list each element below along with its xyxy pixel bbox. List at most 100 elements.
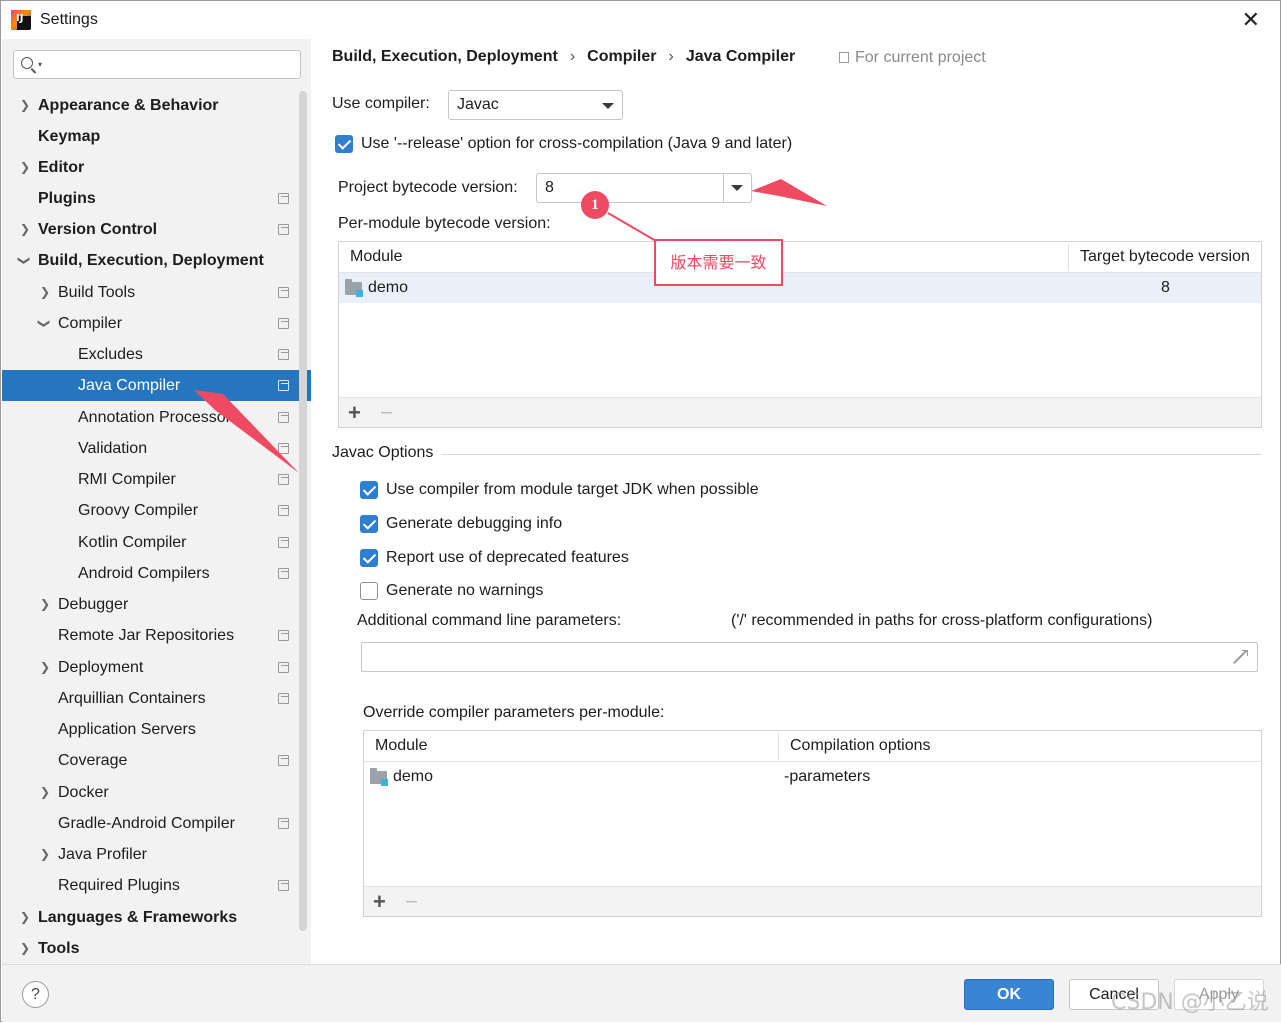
ok-button[interactable]: OK (964, 979, 1054, 1010)
project-scope-icon (278, 443, 289, 454)
chevron-down-icon[interactable]: ❯ (29, 318, 60, 328)
breadcrumb-item[interactable]: Compiler (587, 48, 656, 65)
chevron-right-icon[interactable]: ❯ (40, 839, 50, 870)
project-scope-icon (278, 755, 289, 766)
tree-item-build-execution-deployment[interactable]: ❯ Build, Execution, Deployment (2, 245, 311, 276)
column-header-module[interactable]: Module (350, 248, 402, 266)
tree-item-remote-jar-repositories[interactable]: Remote Jar Repositories (2, 620, 311, 651)
settings-window: Settings ✕ ▾ ❯ Appearance & Behavior Key… (0, 0, 1281, 1022)
tree-item-label: Java Compiler (78, 377, 181, 394)
arrow-to-bytecode-icon (751, 179, 827, 206)
tree-item-label: Plugins (38, 190, 96, 207)
chevron-down-icon (731, 185, 743, 191)
tree-item-label: Validation (78, 440, 148, 457)
column-divider[interactable] (1068, 244, 1069, 271)
close-icon[interactable]: ✕ (1242, 7, 1260, 33)
tree-item-gradle-android-compiler[interactable]: Gradle-Android Compiler (2, 808, 311, 839)
tree-item-coverage[interactable]: Coverage (2, 745, 311, 776)
tree-item-appearance-behavior[interactable]: ❯ Appearance & Behavior (2, 90, 311, 121)
chevron-right-icon[interactable]: ❯ (20, 90, 30, 121)
tree-item-java-compiler[interactable]: Java Compiler (2, 370, 311, 401)
chevron-right-icon[interactable]: ❯ (20, 902, 30, 933)
chevron-right-icon[interactable]: ❯ (20, 933, 30, 964)
add-icon[interactable]: + (373, 889, 386, 915)
intellij-app-icon (11, 10, 31, 30)
module-name: demo (368, 279, 409, 296)
additional-params-input[interactable] (361, 642, 1258, 672)
tree-item-application-servers[interactable]: Application Servers (2, 714, 311, 745)
project-scope-icon (278, 505, 289, 516)
project-bytecode-dropdown-button[interactable] (723, 174, 751, 202)
tree-item-keymap[interactable]: Keymap (2, 121, 311, 152)
tree-item-groovy-compiler[interactable]: Groovy Compiler (2, 495, 311, 526)
column-header-module[interactable]: Module (375, 737, 427, 755)
expand-icon[interactable] (1233, 650, 1248, 664)
column-header-target-bytecode[interactable]: Target bytecode version (1080, 248, 1250, 266)
search-input[interactable]: ▾ (13, 50, 301, 79)
target-bytecode-value[interactable]: 8 (1161, 279, 1170, 297)
dialog-footer: ? OK Cancel Apply (2, 964, 1281, 1022)
debugging-info-checkbox[interactable] (360, 515, 378, 533)
tree-item-debugger[interactable]: ❯ Debugger (2, 589, 311, 620)
window-title: Settings (40, 11, 98, 28)
breadcrumb-item[interactable]: Build, Execution, Deployment (332, 48, 558, 65)
project-bytecode-label: Project bytecode version: (338, 179, 518, 196)
chevron-right-icon[interactable]: ❯ (40, 652, 50, 683)
remove-icon[interactable]: − (380, 400, 393, 426)
tree-item-editor[interactable]: ❯ Editor (2, 152, 311, 183)
tree-item-arquillian-containers[interactable]: Arquillian Containers (2, 683, 311, 714)
search-dropdown-icon[interactable]: ▾ (38, 60, 42, 69)
column-divider[interactable] (778, 733, 779, 760)
tree-item-validation[interactable]: Validation (2, 433, 311, 464)
table-row[interactable]: demo -parameters (364, 762, 1261, 792)
chevron-right-icon[interactable]: ❯ (20, 214, 30, 245)
module-target-jdk-checkbox[interactable] (360, 481, 378, 499)
module-name: demo (393, 768, 434, 785)
tree-item-compiler[interactable]: ❯ Compiler (2, 308, 311, 339)
use-compiler-label: Use compiler: (332, 95, 430, 112)
tree-item-kotlin-compiler[interactable]: Kotlin Compiler (2, 527, 311, 558)
column-header-compilation-options[interactable]: Compilation options (790, 737, 931, 755)
remove-icon[interactable]: − (405, 889, 418, 915)
tree-item-plugins[interactable]: Plugins (2, 183, 311, 214)
tree-item-label: Compiler (58, 315, 123, 332)
project-scope-icon (278, 224, 289, 235)
chevron-right-icon[interactable]: ❯ (40, 277, 50, 308)
project-scope-icon (278, 380, 289, 391)
tree-item-languages-frameworks[interactable]: ❯ Languages & Frameworks (2, 902, 311, 933)
use-compiler-value: Javac (457, 96, 499, 113)
sidebar-scrollbar[interactable] (299, 91, 307, 931)
tree-item-excludes[interactable]: Excludes (2, 339, 311, 370)
tree-item-label: Gradle-Android Compiler (58, 815, 235, 832)
chevron-right-icon[interactable]: ❯ (40, 589, 50, 620)
deprecated-features-checkbox[interactable] (360, 549, 378, 567)
table-row[interactable]: demo 8 (339, 273, 1261, 303)
tree-item-tools[interactable]: ❯ Tools (2, 933, 311, 964)
tree-item-label: Docker (58, 784, 109, 801)
help-button[interactable]: ? (22, 981, 49, 1008)
chevron-right-icon[interactable]: ❯ (40, 777, 50, 808)
chevron-right-icon[interactable]: ❯ (20, 152, 30, 183)
chevron-down-icon[interactable]: ❯ (9, 255, 40, 265)
tree-item-java-profiler[interactable]: ❯ Java Profiler (2, 839, 311, 870)
tree-item-label: Debugger (58, 596, 129, 613)
project-bytecode-select[interactable]: 8 (536, 173, 752, 203)
tree-item-docker[interactable]: ❯ Docker (2, 777, 311, 808)
tree-item-deployment[interactable]: ❯ Deployment (2, 652, 311, 683)
tree-item-rmi-compiler[interactable]: RMI Compiler (2, 464, 311, 495)
add-icon[interactable]: + (348, 400, 361, 426)
compilation-options-value[interactable]: -parameters (784, 768, 870, 786)
per-module-toolbar: + − (339, 397, 1261, 427)
module-folder-icon (370, 768, 388, 786)
use-compiler-select[interactable]: Javac (448, 90, 623, 120)
tree-item-annotation-processors[interactable]: Annotation Processors (2, 402, 311, 433)
tree-item-required-plugins[interactable]: Required Plugins (2, 870, 311, 901)
tree-item-android-compilers[interactable]: Android Compilers (2, 558, 311, 589)
no-warnings-checkbox[interactable] (360, 582, 378, 600)
tree-item-version-control[interactable]: ❯ Version Control (2, 214, 311, 245)
project-scope-icon (278, 630, 289, 641)
release-option-checkbox[interactable] (335, 135, 353, 153)
tree-item-build-tools[interactable]: ❯ Build Tools (2, 277, 311, 308)
module-folder-icon (345, 279, 363, 297)
tree-item-label: Android Compilers (78, 565, 210, 582)
